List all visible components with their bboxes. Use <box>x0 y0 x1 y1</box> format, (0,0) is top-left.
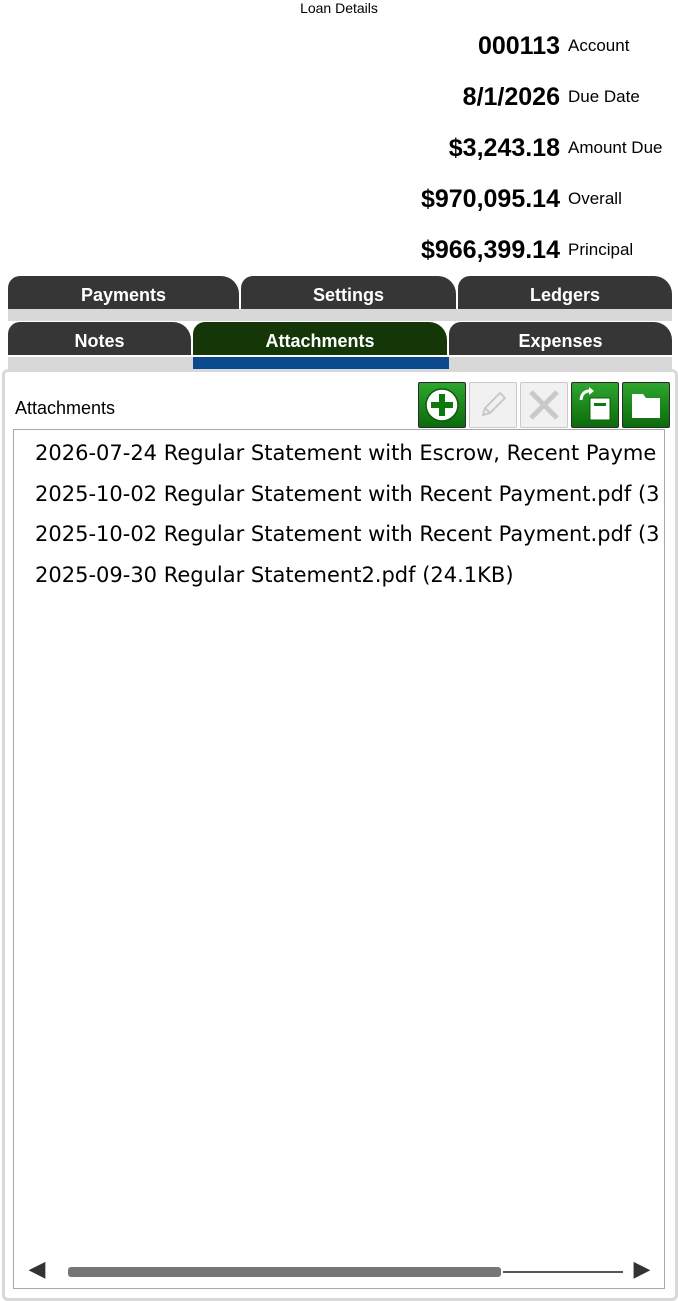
attachments-panel: Attachments 2026-07-24 Regular Statement… <box>2 369 678 1301</box>
summary-row-amount-due: $3,243.18 Amount Due <box>10 128 670 168</box>
window-title: Loan Details <box>300 0 378 16</box>
list-item[interactable]: 2025-10-02 Regular Statement with Recent… <box>35 521 660 547</box>
horizontal-scrollbar[interactable]: ◀ ▶ <box>13 1255 665 1283</box>
summary-row-account: 000113 Account <box>10 26 670 66</box>
edit-pencil-icon <box>481 391 507 417</box>
export-icon <box>579 387 611 421</box>
list-item[interactable]: 2025-09-30 Regular Statement2.pdf (24.1K… <box>35 562 514 588</box>
edit-attachment-button[interactable] <box>469 382 517 428</box>
tab-expenses[interactable]: Expenses <box>449 322 672 355</box>
tab-ledgers[interactable]: Ledgers <box>458 276 672 309</box>
attachments-label: Attachments <box>15 398 116 418</box>
active-tab-indicator <box>193 357 449 369</box>
scroll-track[interactable] <box>503 1271 623 1273</box>
list-item[interactable]: 2026-07-24 Regular Statement with Escrow… <box>35 440 656 466</box>
attachments-toolbar <box>418 382 670 428</box>
amount-due-label: Amount Due <box>568 138 663 157</box>
summary-row-due-date: 8/1/2026 Due Date <box>10 77 670 117</box>
add-attachment-button[interactable] <box>418 382 466 428</box>
add-icon <box>425 388 459 422</box>
folder-icon <box>632 394 660 418</box>
summary-row-principal: $966,399.14 Principal <box>10 230 670 270</box>
summary-row-overall: $970,095.14 Overall <box>10 179 670 219</box>
scroll-right-icon[interactable]: ▶ <box>628 1255 656 1283</box>
overall-value: $970,095.14 <box>420 184 560 213</box>
scroll-left-icon[interactable]: ◀ <box>23 1255 51 1283</box>
principal-label: Principal <box>568 240 634 259</box>
account-value: 000113 <box>477 31 560 60</box>
tab-settings[interactable]: Settings <box>241 276 456 309</box>
attachments-list[interactable]: 2026-07-24 Regular Statement with Escrow… <box>13 429 665 1289</box>
scroll-thumb[interactable] <box>68 1267 501 1277</box>
list-item[interactable]: 2025-10-02 Regular Statement with Recent… <box>35 481 660 507</box>
delete-x-icon <box>529 390 559 420</box>
amount-due-value: $3,243.18 <box>448 133 560 162</box>
tab-row-divider <box>8 309 672 321</box>
tab-attachments[interactable]: Attachments <box>193 322 447 355</box>
due-date-label: Due Date <box>568 87 640 106</box>
tab-payments[interactable]: Payments <box>8 276 239 309</box>
account-label: Account <box>568 36 630 55</box>
export-attachment-button[interactable] <box>571 382 619 428</box>
open-folder-button[interactable] <box>622 382 670 428</box>
principal-value: $966,399.14 <box>420 235 560 264</box>
tab-notes[interactable]: Notes <box>8 322 191 355</box>
overall-label: Overall <box>568 189 622 208</box>
delete-attachment-button[interactable] <box>520 382 568 428</box>
due-date-value: 8/1/2026 <box>462 82 560 111</box>
